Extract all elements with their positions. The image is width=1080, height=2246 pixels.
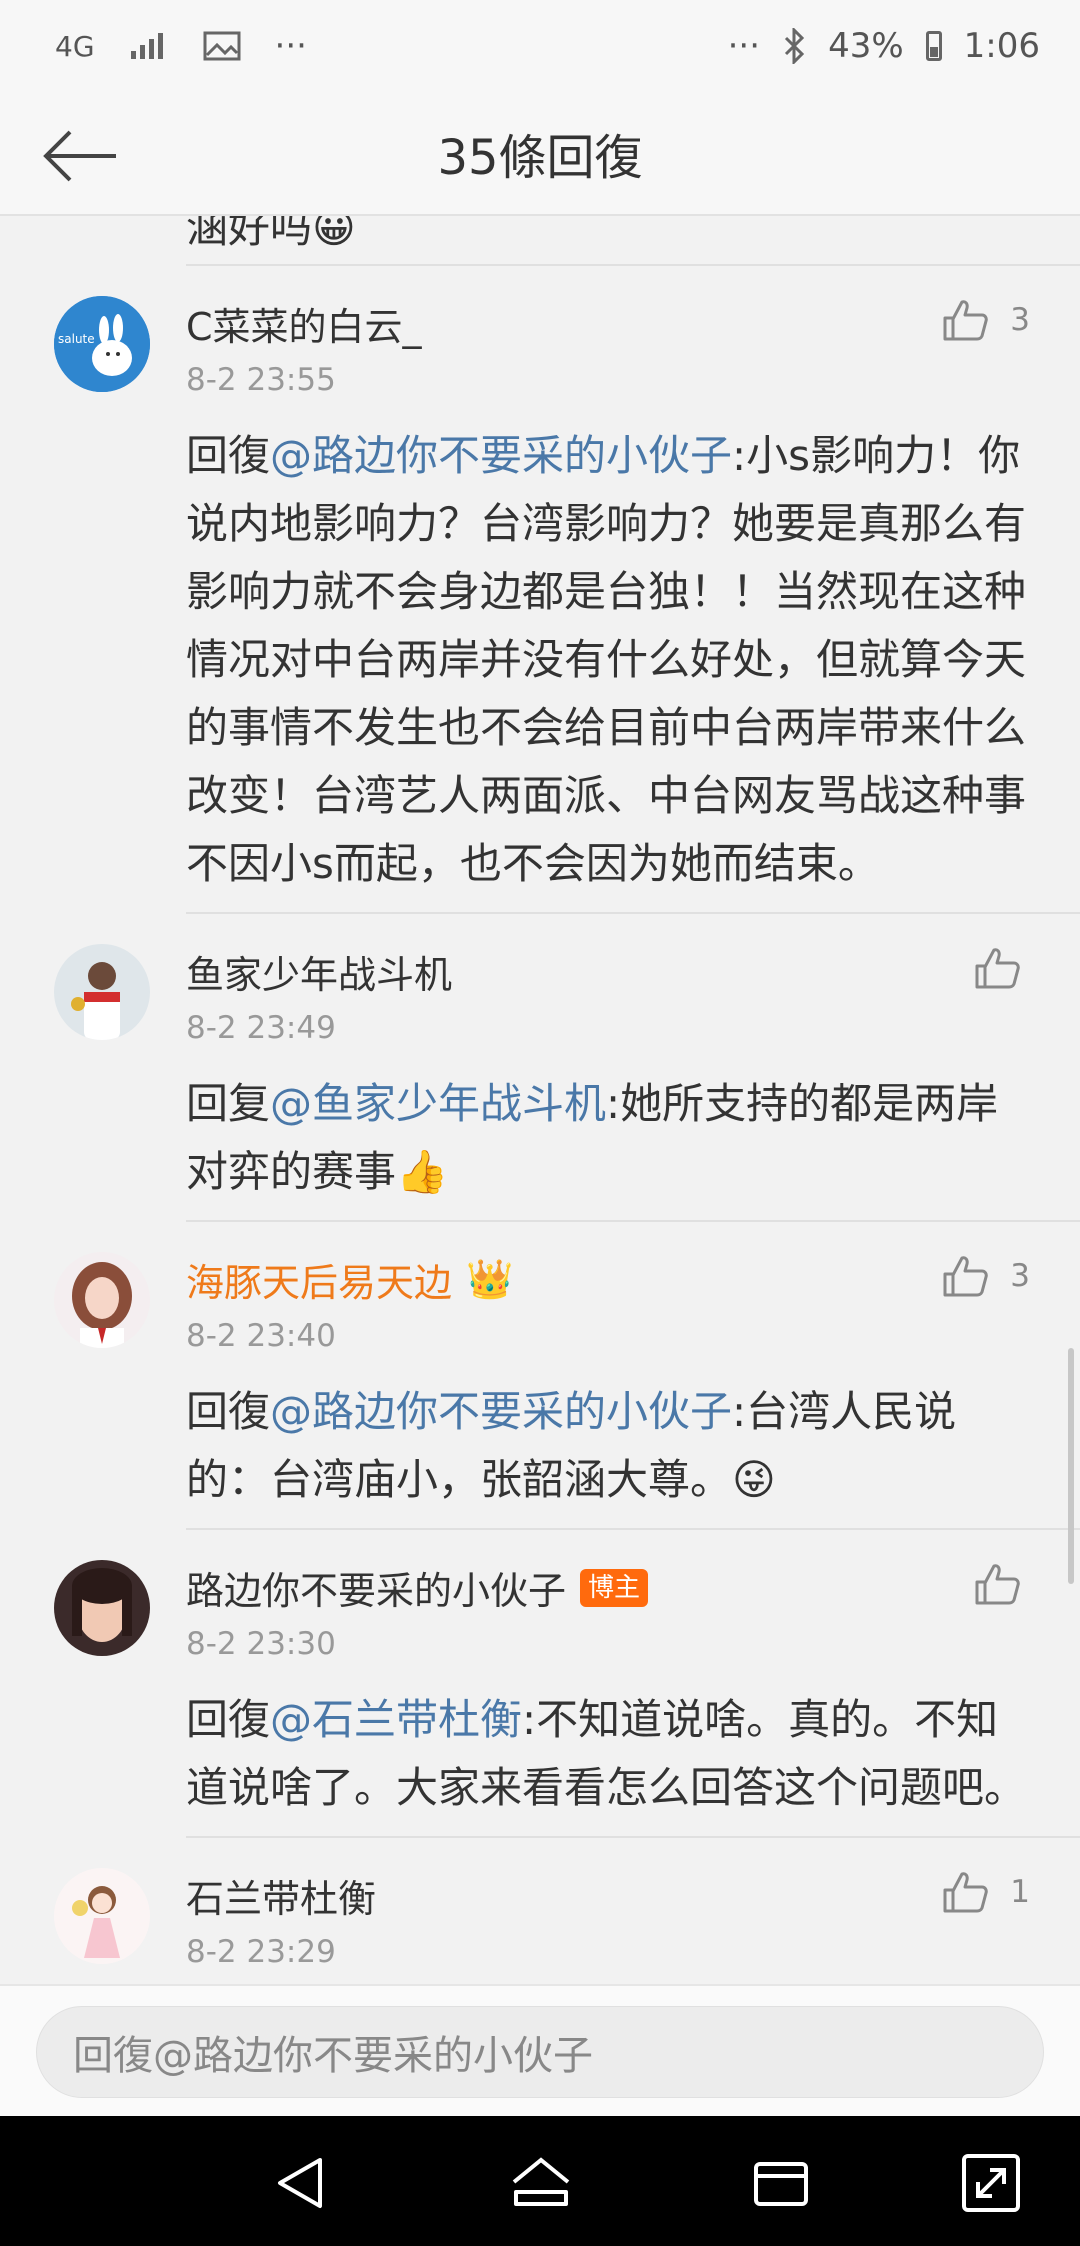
previous-comment-tail: 涵好吗😀 [186, 216, 356, 255]
mention-link[interactable]: @鱼家少年战斗机 [270, 1079, 606, 1128]
avatar[interactable] [54, 1252, 150, 1348]
comment-time: 8-2 23:49 [186, 1010, 336, 1046]
thumbs-up-icon [943, 1872, 989, 1913]
commenter-name[interactable]: 石兰带杜衡 [186, 1868, 376, 1923]
like-button[interactable]: 3 [942, 1254, 1030, 1298]
mention-link[interactable]: @路边你不要采的小伙子 [270, 1387, 732, 1436]
signal-icon [130, 33, 163, 59]
comment-time: 8-2 23:40 [186, 1318, 336, 1354]
thumbs-up-icon [943, 1256, 989, 1297]
more-left: ··· [274, 26, 307, 66]
avatar[interactable] [54, 1560, 150, 1656]
status-bar: 4G ··· ··· 43% 1:06 [0, 0, 1080, 92]
commenter-name[interactable]: C菜菜的白云_ [186, 296, 422, 351]
avatar[interactable] [54, 1868, 150, 1964]
divider [186, 1528, 1080, 1530]
back-triangle-icon[interactable] [266, 2148, 336, 2218]
system-navigation-bar [0, 2116, 1080, 2246]
header-bar: 35條回復 [0, 92, 1080, 216]
page-title: 35條回復 [437, 130, 643, 186]
like-count: 3 [1010, 302, 1030, 338]
comment-text: 回復@石兰带杜衡:不知道说啥。真的。不知道说啥了。大家来看看怎么回答这个问题吧。 [186, 1695, 1027, 1812]
mention-link[interactable]: @路边你不要采的小伙子 [270, 431, 732, 480]
scrollbar[interactable] [1068, 1348, 1074, 1584]
comment-time: 8-2 23:55 [186, 362, 336, 398]
image-icon [203, 31, 241, 61]
recent-apps-icon[interactable] [746, 2148, 816, 2218]
thumbs-up-icon [975, 1564, 1020, 1605]
reply-bar: 回復@路边你不要采的小伙子 [0, 1984, 1080, 2116]
like-button[interactable]: 3 [942, 298, 1030, 342]
comment-time: 8-2 23:29 [186, 1934, 336, 1970]
like-count: 1 [1010, 1874, 1030, 1910]
commenter-name[interactable]: 路边你不要采的小伙子 博主 [186, 1560, 649, 1615]
expand-icon[interactable] [956, 2148, 1026, 2218]
commenter-name[interactable]: 海豚天后易天边 👑 [186, 1252, 513, 1307]
commenter-name[interactable]: 鱼家少年战斗机 [186, 944, 452, 999]
emoji-icon: 😀 [312, 216, 356, 252]
like-count: 3 [1010, 1258, 1030, 1294]
mention-link[interactable]: @石兰带杜衡 [270, 1695, 522, 1744]
thumbs-up-icon [943, 300, 989, 341]
comment-text: 回復@路边你不要采的小伙子:台湾人民说的：台湾庙小，张韶涵大尊。😜 [186, 1387, 957, 1504]
reply-placeholder: 回復@路边你不要采的小伙子 [73, 2033, 593, 2079]
thumbs-up-icon [975, 948, 1020, 989]
battery-percent: 43% [828, 26, 904, 66]
network-indicator: 4G [55, 29, 95, 63]
comment-list[interactable]: 涵好吗😀 salute C菜菜的白云_ 8-2 23:55 3 回復@路边你不要… [0, 216, 1080, 1984]
bluetooth-icon [785, 28, 805, 64]
like-button[interactable] [974, 946, 1020, 990]
host-badge: 博主 [580, 1568, 649, 1607]
divider [186, 1836, 1080, 1838]
home-icon[interactable] [506, 2148, 576, 2218]
comment-text: 回复@鱼家少年战斗机:她所支持的都是两岸对弈的赛事👍 [186, 1079, 999, 1196]
comment-text: 回復@路边你不要采的小伙子:小s影响力！你说内地影响力？台湾影响力？她要是真那么… [186, 431, 1027, 888]
divider [186, 1220, 1080, 1222]
comment-time: 8-2 23:30 [186, 1626, 336, 1662]
avatar-caption: salute [58, 332, 95, 346]
like-button[interactable]: 1 [942, 1870, 1030, 1914]
battery-icon [925, 31, 942, 61]
clock: 1:06 [963, 26, 1040, 66]
divider [186, 912, 1080, 914]
like-button[interactable] [974, 1562, 1020, 1606]
crown-badge-icon: 👑 [466, 1257, 514, 1301]
avatar[interactable]: salute [54, 296, 150, 392]
divider [186, 264, 1080, 266]
avatar[interactable] [54, 944, 150, 1040]
more-right: ··· [727, 26, 761, 66]
thumbs-up-emoji-icon: 👍 [396, 1147, 449, 1196]
tongue-face-emoji-icon: 😜 [732, 1455, 776, 1504]
reply-input[interactable]: 回復@路边你不要采的小伙子 [36, 2006, 1044, 2098]
